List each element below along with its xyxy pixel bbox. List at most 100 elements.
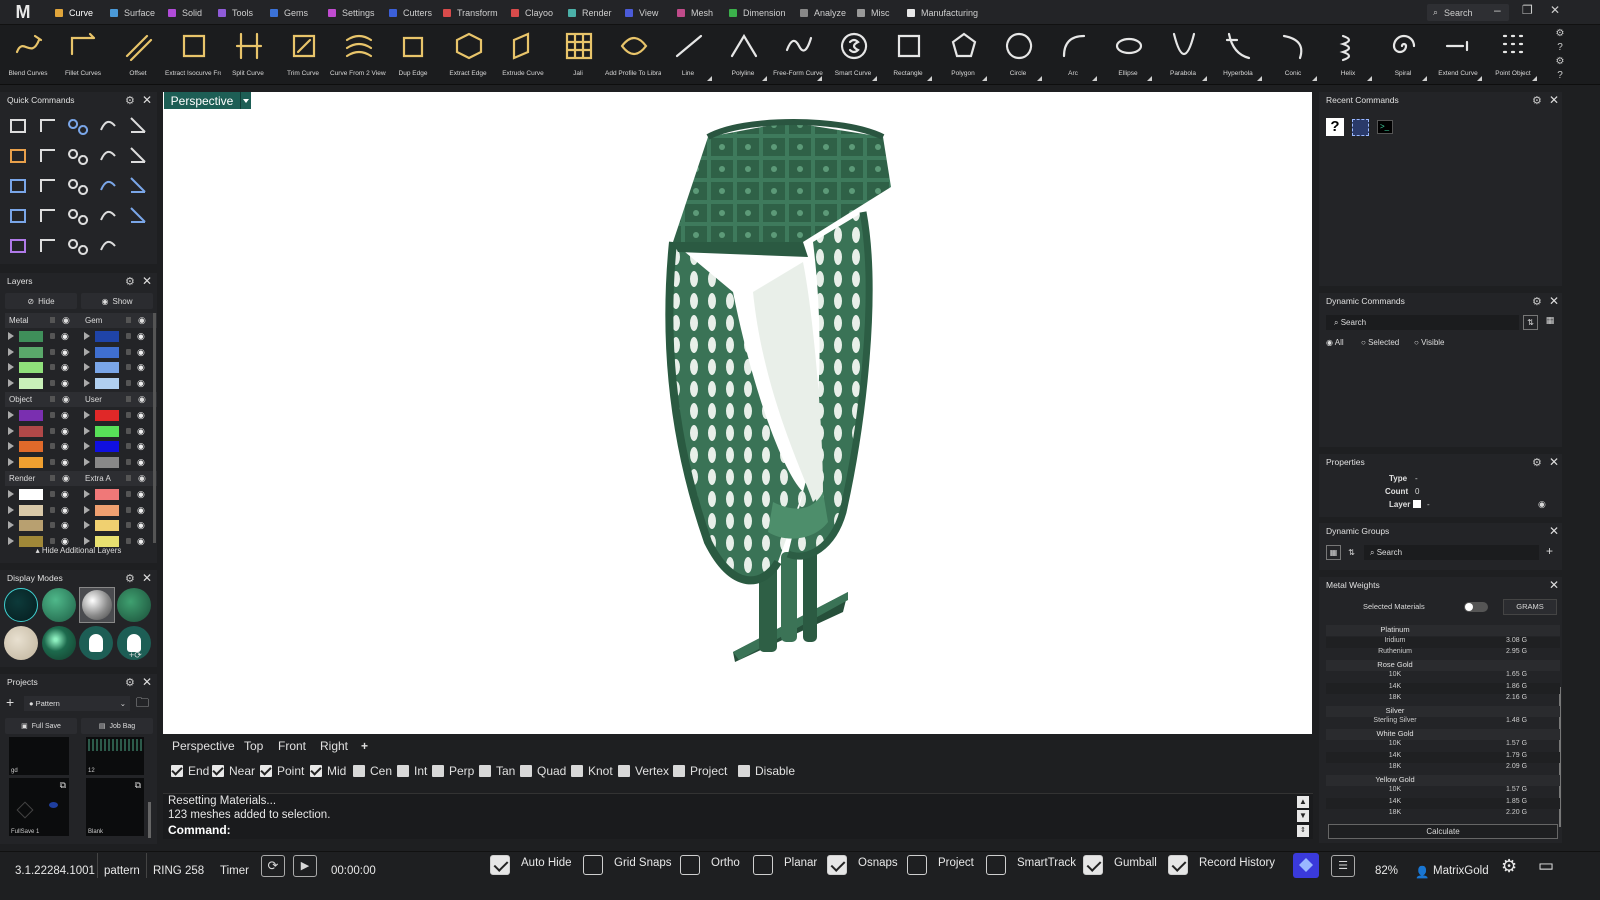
close-icon[interactable]: ✕ xyxy=(142,571,152,585)
lock-icon[interactable] xyxy=(50,475,55,481)
menu-tab-tools[interactable]: Tools xyxy=(218,0,253,25)
eye-icon[interactable]: ◉ xyxy=(138,471,146,486)
tool-rectangle[interactable]: Rectangle xyxy=(880,25,936,85)
calendar-icon[interactable]: ▦ xyxy=(1543,315,1557,330)
more-options-icon[interactable] xyxy=(1092,76,1097,81)
lock-icon[interactable] xyxy=(50,379,55,386)
expand-icon[interactable] xyxy=(84,490,90,498)
tool-extend-curve[interactable]: Extend Curve xyxy=(1430,25,1486,85)
artistic-mode-icon[interactable] xyxy=(42,626,76,660)
layer-row[interactable]: ◉ xyxy=(5,376,81,391)
gear-icon[interactable]: ⚙ xyxy=(1532,94,1542,107)
tool-circle[interactable]: Circle xyxy=(990,25,1046,85)
layer-color-swatch[interactable] xyxy=(1413,500,1421,508)
lock-icon[interactable] xyxy=(126,458,131,465)
layer-row[interactable]: ◉ xyxy=(81,360,157,375)
quick-command-15-icon[interactable] xyxy=(125,172,151,198)
clay-mode-icon[interactable] xyxy=(4,626,38,660)
osnap-perp[interactable]: Perp xyxy=(432,764,474,778)
show-layers-button[interactable]: ◉ Show xyxy=(81,293,153,309)
quick-command-22-icon[interactable] xyxy=(35,232,61,258)
eye-icon[interactable]: ◉ xyxy=(137,378,145,389)
add-view-tab-button[interactable]: + xyxy=(361,739,368,753)
view-tab-right[interactable]: Right xyxy=(320,739,348,753)
expand-icon[interactable] xyxy=(84,521,90,530)
layer-color-swatch[interactable] xyxy=(19,377,43,389)
lock-icon[interactable] xyxy=(126,379,131,386)
gear-icon[interactable]: ⚙ xyxy=(1532,295,1542,308)
eye-icon[interactable]: ◉ xyxy=(137,441,145,452)
gear-icon[interactable]: ⚙ xyxy=(125,676,135,689)
expand-icon[interactable] xyxy=(8,411,14,419)
osnap-knot[interactable]: Knot xyxy=(571,764,613,778)
lock-icon[interactable] xyxy=(126,491,131,497)
calendar-icon[interactable]: ▦ xyxy=(1326,545,1341,560)
quick-command-8-icon[interactable] xyxy=(65,142,91,168)
lock-icon[interactable] xyxy=(126,396,131,402)
layer-color-swatch[interactable] xyxy=(95,346,119,358)
lock-icon[interactable] xyxy=(126,475,131,481)
unit-button[interactable]: GRAMS xyxy=(1503,599,1557,615)
more-options-icon[interactable] xyxy=(927,76,932,81)
quick-command-13-icon[interactable] xyxy=(65,172,91,198)
menu-tab-render[interactable]: Render xyxy=(568,0,612,25)
quick-command-11-icon[interactable] xyxy=(5,172,31,198)
quick-command-3-icon[interactable] xyxy=(65,112,91,138)
osnap-disable[interactable]: Disable xyxy=(738,764,795,778)
eye-icon[interactable]: ◉ xyxy=(137,505,145,516)
menu-tab-manufacturing[interactable]: Manufacturing xyxy=(907,0,978,25)
osnap-vertex[interactable]: Vertex xyxy=(618,764,669,778)
quick-command-14-icon[interactable] xyxy=(95,172,121,198)
layer-group-gem[interactable]: Gem ◉ xyxy=(81,313,157,328)
tool-line[interactable]: Line xyxy=(660,25,716,85)
view-tab-perspective[interactable]: Perspective xyxy=(172,739,235,753)
ghosted-mode-icon[interactable] xyxy=(117,588,151,622)
eye-icon[interactable]: ◉ xyxy=(61,489,69,500)
tool-polygon[interactable]: Polygon xyxy=(935,25,991,85)
layer-row[interactable]: ◉ xyxy=(81,424,157,439)
quick-command-23-icon[interactable] xyxy=(65,232,91,258)
layer-color-swatch[interactable] xyxy=(95,504,119,516)
projects-scrollbar[interactable] xyxy=(148,802,151,838)
quick-command-5-icon[interactable] xyxy=(125,112,151,138)
toggle-auto-hide-checkbox[interactable] xyxy=(490,855,510,875)
project-thumb[interactable]: ⧉ FullSave 1 xyxy=(9,778,69,836)
lock-icon[interactable] xyxy=(50,317,55,323)
eye-icon[interactable]: ◉ xyxy=(61,426,69,437)
tool-curve-from-2-views[interactable]: Curve From 2 Views xyxy=(330,25,386,85)
viewport-title-tab[interactable]: Perspective xyxy=(164,92,240,109)
layer-group-object[interactable]: Object ◉ xyxy=(5,392,81,407)
history-toggle-button[interactable]: ⇕ xyxy=(1297,825,1309,837)
expand-icon[interactable] xyxy=(8,457,14,466)
tool-extract-edge[interactable]: Extract Edge xyxy=(440,25,496,85)
user-name[interactable]: MatrixGold xyxy=(1433,865,1489,877)
toggle-gumball-checkbox[interactable] xyxy=(1083,855,1103,875)
toggle-smarttrack-checkbox[interactable] xyxy=(986,855,1006,875)
layer-group-metal[interactable]: Metal ◉ xyxy=(5,313,81,328)
tool-conic[interactable]: Conic xyxy=(1265,25,1321,85)
expand-icon[interactable] xyxy=(84,347,90,356)
quick-command-18-icon[interactable] xyxy=(65,202,91,228)
layer-row[interactable]: ◉ xyxy=(5,408,81,423)
expand-icon[interactable] xyxy=(8,442,14,451)
expand-icon[interactable] xyxy=(84,536,90,545)
eye-icon[interactable]: ◉ xyxy=(138,392,146,407)
layer-row[interactable]: ◉ xyxy=(5,455,81,470)
tool-dup-edge[interactable]: Dup Edge xyxy=(385,25,441,85)
gear-icon[interactable]: ⚙ xyxy=(125,94,135,107)
menu-tab-surface[interactable]: Surface xyxy=(110,0,155,25)
lock-icon[interactable] xyxy=(50,522,55,529)
osnap-quad[interactable]: Quad xyxy=(520,764,566,778)
tool-fillet-curves[interactable]: Fillet Curves xyxy=(55,25,111,85)
gear-icon[interactable]: ⚙ xyxy=(1553,27,1567,41)
tool-point-object[interactable]: Point Object xyxy=(1485,25,1541,85)
osnap-point[interactable]: Point xyxy=(260,764,304,778)
eye-icon[interactable]: ◉ xyxy=(61,441,69,452)
layer-color-swatch[interactable] xyxy=(19,504,43,516)
eye-icon[interactable]: ◉ xyxy=(137,410,145,421)
more-options-icon[interactable] xyxy=(982,76,987,81)
toggle-record-history-checkbox[interactable] xyxy=(1168,855,1188,875)
wireframe-mode-icon[interactable] xyxy=(4,588,38,622)
menu-tab-clayoo[interactable]: Clayoo xyxy=(511,0,553,25)
expand-icon[interactable] xyxy=(8,378,14,387)
